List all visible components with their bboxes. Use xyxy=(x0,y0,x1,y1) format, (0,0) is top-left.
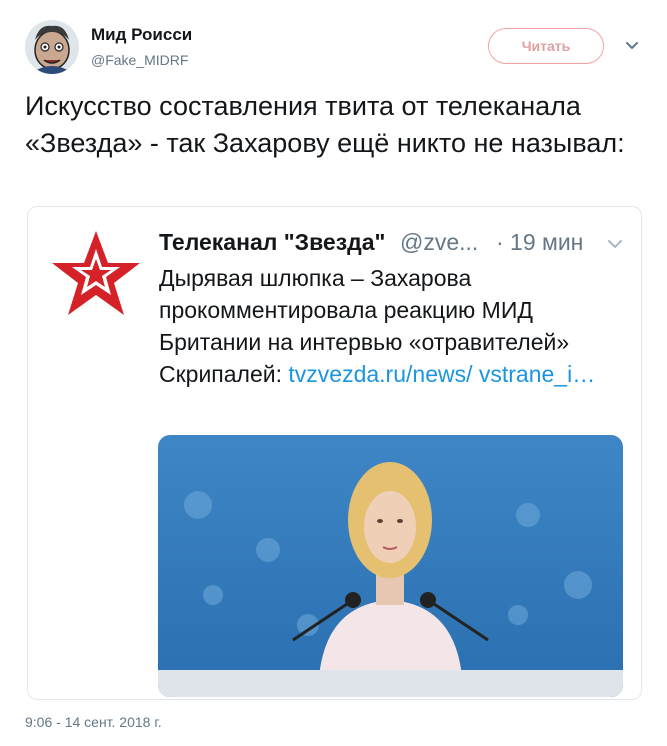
author-name[interactable]: Мид Роисси xyxy=(91,25,192,45)
quoted-author-name[interactable]: Телеканал "Звезда" xyxy=(159,229,385,256)
tweet-timestamp[interactable]: 9:06 - 14 сент. 2018 г. xyxy=(25,714,162,730)
quoted-author-handle[interactable]: @zve... xyxy=(400,229,478,256)
tweet-text: Искусство составления твита от телеканал… xyxy=(25,91,625,158)
quoted-photo[interactable] xyxy=(158,435,623,697)
quoted-chevron-down-icon[interactable] xyxy=(606,235,624,253)
avatar[interactable] xyxy=(25,20,79,74)
follow-button[interactable]: Читать xyxy=(488,28,604,64)
quoted-link[interactable]: tvzvezda.ru/news/ vstrane_i… xyxy=(288,361,595,387)
quoted-text: Дырявая шлюпка – Захарова прокомментиров… xyxy=(159,262,629,390)
chevron-down-icon[interactable] xyxy=(624,38,640,54)
author-handle[interactable]: @Fake_MIDRF xyxy=(91,52,188,68)
quoted-tweet-card[interactable]: Телеканал "Звезда" @zve... · 19 мин Дыря… xyxy=(27,206,642,700)
quoted-time[interactable]: · 19 мин xyxy=(496,229,583,256)
zvezda-logo-icon xyxy=(52,231,140,315)
